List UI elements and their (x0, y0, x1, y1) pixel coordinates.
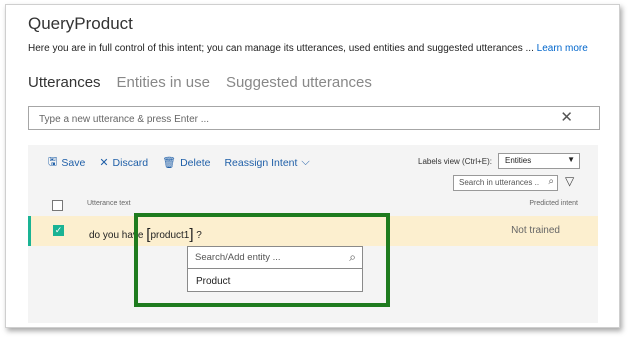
labels-view-label: Labels view (Ctrl+E): (418, 157, 493, 166)
tab-bar: Utterances Entities in use Suggested utt… (28, 74, 372, 91)
entity-search-input[interactable] (195, 252, 335, 263)
predicted-intent-value: Not trained (511, 225, 560, 236)
learn-more-link[interactable]: Learn more (537, 43, 588, 54)
chevron-down-icon: ⌵ (301, 156, 310, 168)
column-predicted-intent: Predicted intent (529, 200, 578, 207)
new-utterance-input[interactable] (37, 111, 551, 127)
labels-view-select[interactable]: Entities ▼ (498, 153, 580, 169)
labels-view-value: Entities (505, 156, 532, 165)
discard-button[interactable]: ✕ Discard (99, 153, 148, 172)
row-checkbox-checked[interactable]: ✓ (53, 225, 64, 236)
intent-description: Here you are in full control of this int… (28, 43, 588, 54)
select-all-checkbox[interactable] (52, 200, 63, 211)
save-button[interactable]: 🖫 Save (48, 153, 85, 172)
entity-option-product[interactable]: Product (196, 276, 230, 287)
toolbar: 🖫 Save ✕ Discard 🗑 Delete Reassign Inten… (48, 153, 310, 172)
description-text: Here you are in full control of this int… (28, 43, 537, 54)
delete-button[interactable]: 🗑 Delete (162, 153, 210, 172)
entity-dropdown: ⌕ Product (187, 246, 363, 292)
search-icon[interactable]: ⌕ (548, 176, 554, 187)
entity-search-box: ⌕ (188, 247, 362, 269)
save-label: Save (61, 156, 86, 169)
filter-icon[interactable]: ▽ (565, 174, 574, 188)
tab-entities-in-use[interactable]: Entities in use (117, 74, 210, 91)
search-utterances-box: ⌕ (453, 175, 558, 191)
tab-suggested-utterances[interactable]: Suggested utterances (226, 74, 372, 91)
search-utterances-input[interactable] (459, 178, 539, 187)
intent-page: QueryProduct Here you are in full contro… (5, 4, 620, 328)
reassign-intent-button[interactable]: Reassign Intent ⌵ (224, 153, 309, 172)
search-icon: ⌕ (349, 250, 356, 264)
column-utterance-text: Utterance text (87, 200, 131, 207)
table-header: Utterance text Predicted intent (28, 197, 598, 213)
tab-utterances[interactable]: Utterances (28, 74, 101, 91)
dropdown-caret-icon: ▼ (567, 155, 575, 164)
utterance-input-box: ✕ (28, 106, 600, 130)
discard-icon: ✕ (99, 157, 109, 169)
reassign-label: Reassign Intent (224, 156, 298, 169)
discard-label: Discard (112, 156, 149, 169)
delete-label: Delete (180, 156, 211, 169)
page-title: QueryProduct (28, 14, 133, 33)
save-icon: 🖫 (48, 156, 58, 168)
close-icon[interactable]: ✕ (560, 110, 573, 125)
trash-icon: 🗑 (162, 157, 177, 169)
